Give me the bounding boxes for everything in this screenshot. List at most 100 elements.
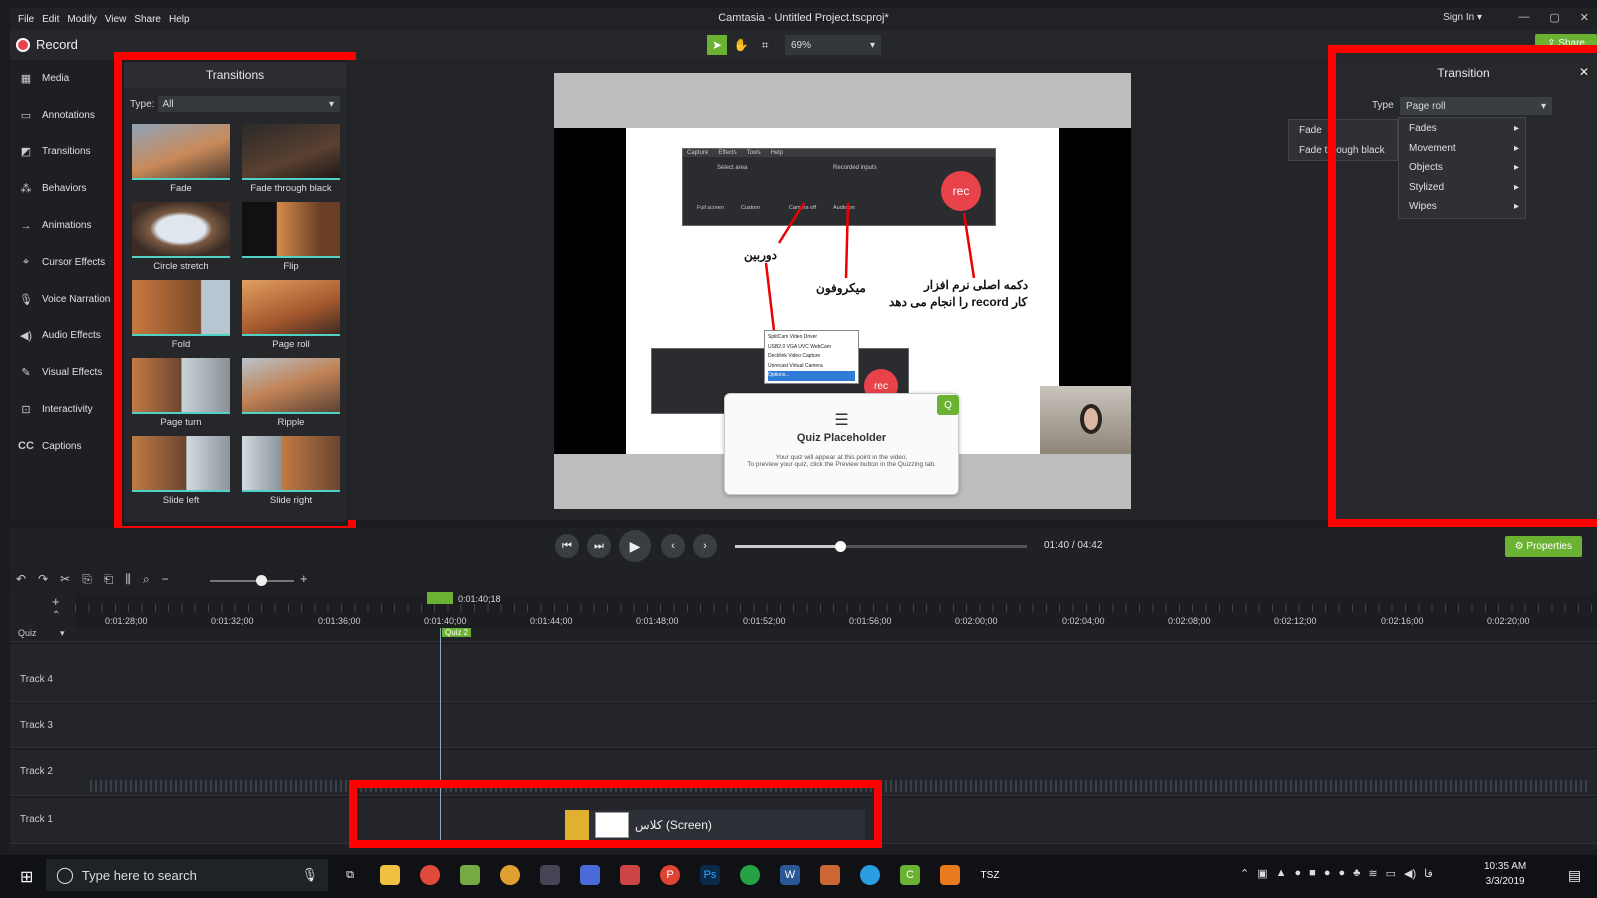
menu-file[interactable]: File <box>18 14 34 25</box>
volume-icon[interactable]: ◀) <box>1404 867 1416 880</box>
tray-app-icon[interactable]: ▲ <box>1276 867 1287 880</box>
microphone-icon[interactable]: 🎙 <box>301 867 318 883</box>
task-view-icon[interactable]: ⧉ <box>340 865 360 885</box>
tray-chevron-icon[interactable]: ⌃ <box>1240 867 1249 880</box>
record-button[interactable]: Record <box>16 37 78 52</box>
app-icon[interactable] <box>620 865 640 885</box>
app-icon[interactable] <box>820 865 840 885</box>
sidebar-item-audio-effects[interactable]: ◀) Audio Effects <box>10 318 114 355</box>
menu-help[interactable]: Help <box>169 14 190 25</box>
track-3[interactable]: Track 3 <box>10 704 1597 748</box>
step-forward-icon[interactable]: ⏭ <box>587 534 611 558</box>
tray-app-icon[interactable]: ● <box>1324 867 1331 880</box>
zoom-search-icon[interactable]: ⌕ <box>143 572 150 587</box>
sidebar-item-interactivity[interactable]: ⊡ Interactivity <box>10 391 114 428</box>
step-back-icon[interactable]: ⏮ <box>555 534 579 558</box>
close-icon[interactable]: ✕ <box>1580 11 1589 24</box>
cut-icon[interactable]: ✂ <box>60 572 70 587</box>
track-4[interactable]: Track 4 <box>10 644 1597 702</box>
clock[interactable]: 10:35 AM 3/3/2019 <box>1484 859 1526 889</box>
menu-share[interactable]: Share <box>134 14 161 25</box>
timeline-ruler[interactable]: 0:01:28;00 0:01:32;00 0:01:36;00 0:01:40… <box>75 592 1597 628</box>
camera-annotation: دوربین <box>744 248 778 262</box>
app-icon[interactable] <box>500 865 520 885</box>
playhead-time: 0:01:40;18 <box>458 594 501 604</box>
network-icon[interactable]: ▭ <box>1386 867 1396 880</box>
telegram-icon[interactable] <box>860 865 880 885</box>
notification-icon[interactable]: ▤ <box>1568 867 1581 884</box>
mail-icon[interactable] <box>540 865 560 885</box>
sidebar-item-annotations[interactable]: ▭ Annotations <box>10 97 114 134</box>
record-label: Record <box>36 37 78 52</box>
photoshop-icon[interactable]: Ps <box>700 865 720 885</box>
previous-icon[interactable]: ‹ <box>661 534 685 558</box>
whatsapp-icon[interactable] <box>740 865 760 885</box>
app-icon[interactable]: TSZ <box>980 865 1000 885</box>
sidebar-item-visual-effects[interactable]: ✎ Visual Effects <box>10 354 114 391</box>
rec-annotation-line1: دکمه اصلی نرم افزار <box>924 278 1029 292</box>
taskbar-search[interactable]: ◯ Type here to search 🎙 <box>46 859 328 891</box>
sign-in-button[interactable]: Sign In ▾ <box>1443 12 1482 23</box>
collapse-icon[interactable]: ⌃ <box>52 610 60 621</box>
track-label: Track 3 <box>20 720 53 731</box>
menu-edit[interactable]: Edit <box>42 14 59 25</box>
sidebar-item-voice-narration[interactable]: 🎙 Voice Narration <box>10 281 114 318</box>
redo-icon[interactable]: ↷ <box>38 572 48 587</box>
crop-tool-icon[interactable]: ⌗ <box>755 35 775 55</box>
chevron-down-icon[interactable]: ▾ <box>60 628 65 639</box>
scrub-handle[interactable] <box>835 541 847 552</box>
sidebar-item-media[interactable]: ▦ Media <box>10 60 114 97</box>
windows-start-icon[interactable]: ⊞ <box>20 867 33 887</box>
sidebar-item-cursor-effects[interactable]: ⌖ Cursor Effects <box>10 244 114 281</box>
copy-icon[interactable]: ⎘ <box>82 572 92 587</box>
zoom-out-icon[interactable]: − <box>162 572 169 587</box>
next-icon[interactable]: › <box>693 534 717 558</box>
app-icon[interactable]: P <box>660 865 680 885</box>
quiz-placeholder[interactable]: ☰ Quiz Placeholder Your quiz will appear… <box>724 393 959 495</box>
zoom-slider-handle[interactable] <box>256 575 267 586</box>
play-icon[interactable]: ▶ <box>619 530 651 562</box>
quiz-badge-icon: Q <box>937 395 959 415</box>
sidebar-item-transitions[interactable]: ◩ Transitions <box>10 134 114 171</box>
playhead-handle[interactable] <box>427 592 453 604</box>
undo-icon[interactable]: ↶ <box>16 572 26 587</box>
minimize-icon[interactable]: — <box>1518 11 1529 24</box>
paste-icon[interactable]: ⎗ <box>104 572 114 587</box>
sidebar-item-animations[interactable]: → Animations <box>10 207 114 244</box>
word-icon[interactable]: W <box>780 865 800 885</box>
tray-app-icon[interactable]: ● <box>1338 867 1345 880</box>
quiz-marker[interactable]: Quiz 2 <box>442 628 472 637</box>
vlc-icon[interactable] <box>940 865 960 885</box>
clock-date: 3/3/2019 <box>1485 876 1525 887</box>
file-explorer-icon[interactable] <box>380 865 400 885</box>
ruler-tick: 0:01:44;00 <box>530 616 573 626</box>
zoom-in-icon[interactable]: + <box>300 571 308 586</box>
tray-app-icon[interactable]: ▣ <box>1257 867 1267 880</box>
properties-label: Properties <box>1526 541 1572 552</box>
sidebar-item-captions[interactable]: CC Captions <box>10 428 114 465</box>
pointer-tool-icon[interactable]: ➤ <box>707 35 727 55</box>
scrub-bar[interactable] <box>735 541 1027 552</box>
tray-app-icon[interactable]: ♣ <box>1353 867 1360 880</box>
menu-modify[interactable]: Modify <box>67 14 96 25</box>
app-icon[interactable] <box>460 865 480 885</box>
tray-app-icon[interactable]: ● <box>1295 867 1302 880</box>
video-preview[interactable]: Capture Effects Tools Help Select area R… <box>554 73 1131 509</box>
quiz-track[interactable]: Quiz ▾ Quiz 2 <box>10 628 1597 642</box>
zoom-slider[interactable] <box>210 575 294 586</box>
sidebar-item-behaviors[interactable]: ⁂ Behaviors <box>10 170 114 207</box>
app-icon[interactable] <box>580 865 600 885</box>
ruler-tick: 0:02:16;00 <box>1381 616 1424 626</box>
split-icon[interactable]: ⫼ <box>125 572 131 587</box>
zoom-select[interactable]: 69% ▾ <box>785 35 881 55</box>
hand-tool-icon[interactable]: ✋ <box>731 35 751 55</box>
properties-button[interactable]: ⚙ Properties <box>1504 536 1582 557</box>
menu-view[interactable]: View <box>105 14 127 25</box>
restore-icon[interactable]: ▢ <box>1549 11 1559 24</box>
language-indicator[interactable]: فا <box>1424 867 1433 880</box>
add-track-icon[interactable]: + <box>52 594 60 609</box>
tray-app-icon[interactable]: ■ <box>1309 867 1316 880</box>
chrome-icon[interactable] <box>420 865 440 885</box>
camtasia-icon[interactable]: C <box>900 865 920 885</box>
wifi-icon[interactable]: ≋ <box>1368 867 1377 880</box>
